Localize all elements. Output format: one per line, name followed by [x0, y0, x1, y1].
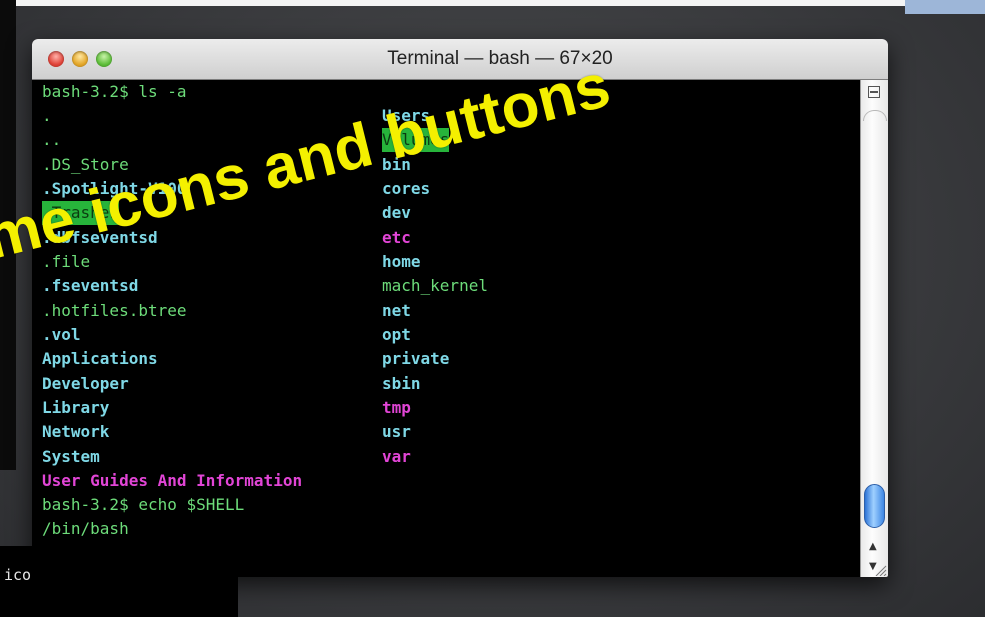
list-item: home [382, 252, 421, 271]
list-item: .dbfseventsd [42, 228, 158, 247]
list-item: .. [42, 130, 62, 149]
list-item: tmp [382, 398, 411, 417]
list-item: . [42, 106, 52, 125]
list-item: private [382, 349, 450, 368]
scroll-thumb[interactable] [864, 484, 885, 528]
list-item: opt [382, 325, 411, 344]
list-item-highlighted: Volumes [382, 128, 450, 153]
window-title: Terminal — bash — 67×20 [387, 48, 613, 69]
output-line: /bin/bash [42, 519, 129, 538]
list-item: cores [382, 179, 431, 198]
prompt-line: bash-3.2$ echo $SHELL [42, 495, 245, 514]
list-item: dev [382, 203, 411, 222]
scroll-track-cap [863, 110, 887, 121]
list-item: Users [382, 106, 431, 125]
scroll-up-icon[interactable]: ▲ [869, 542, 877, 552]
list-item: .hotfiles.btree [42, 301, 187, 320]
terminal-output[interactable]: bash-3.2$ ls -a . .. .DS_Store .Spotligh… [32, 80, 860, 577]
resize-grip-icon[interactable] [873, 564, 887, 576]
window-titlebar[interactable]: Terminal — bash — 67×20 [32, 39, 888, 80]
list-item: Developer [42, 374, 129, 393]
prompt-line: bash-3.2$ ls -a [42, 82, 187, 101]
list-item: .DS_Store [42, 155, 129, 174]
list-item: net [382, 301, 411, 320]
list-item: Applications [42, 349, 158, 368]
list-item: etc [382, 228, 411, 247]
list-item: Network [42, 422, 110, 441]
list-item: .Spotlight-V100 [42, 179, 187, 198]
bottom-panel-label: ico [4, 566, 32, 584]
list-item: .file [42, 252, 91, 271]
background-bottom-panel: ico [0, 546, 238, 617]
terminal-window: Terminal — bash — 67×20 bash-3.2$ ls -a … [32, 39, 888, 577]
list-item: var [382, 447, 411, 466]
list-item: sbin [382, 374, 421, 393]
list-item: bin [382, 155, 411, 174]
background-left-panel [0, 0, 16, 470]
list-item: .fseventsd [42, 276, 139, 295]
list-item-highlighted: .Trashes [42, 201, 120, 226]
list-item: .vol [42, 325, 81, 344]
vertical-scrollbar[interactable]: ▲ ▼ [860, 80, 888, 577]
list-item: User Guides And Information [42, 471, 303, 490]
list-item: mach_kernel [382, 276, 488, 295]
desktop-top-strip [0, 0, 985, 6]
split-view-icon[interactable] [868, 86, 880, 98]
list-item: System [42, 447, 100, 466]
desktop-corner-accent [905, 0, 985, 14]
list-item: Library [42, 398, 110, 417]
list-item: usr [382, 422, 411, 441]
